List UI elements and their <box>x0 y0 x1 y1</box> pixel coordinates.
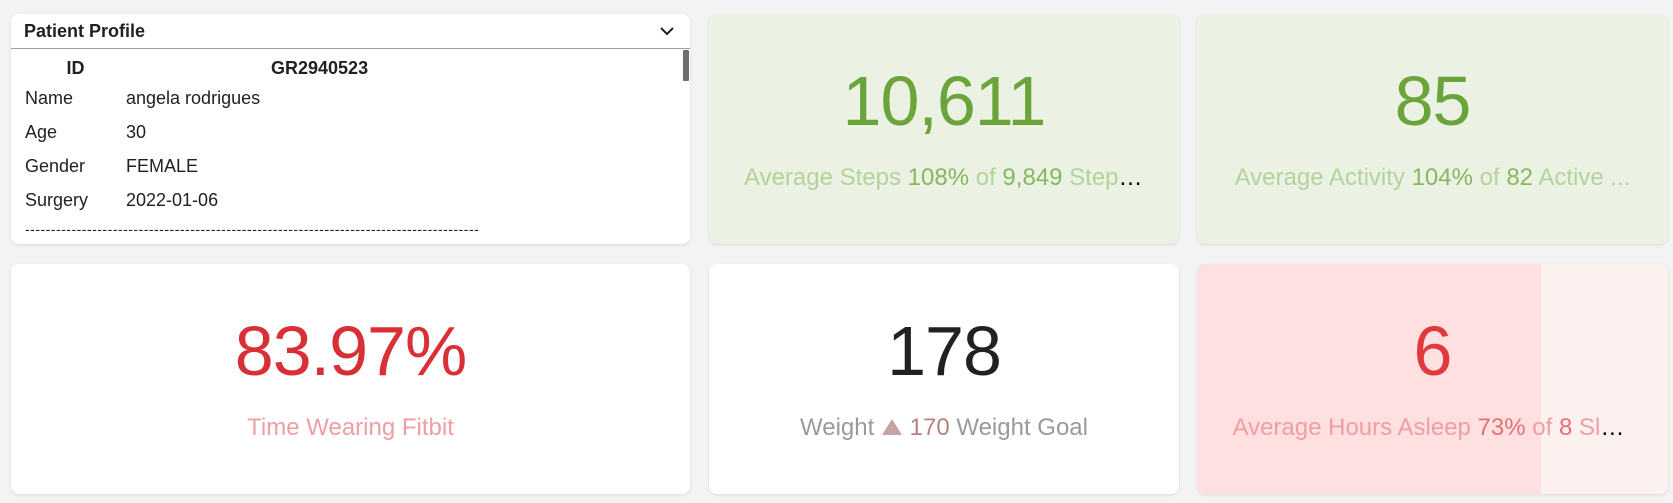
fitbit-value: 83.97% <box>234 312 467 390</box>
patient-profile-header[interactable]: Patient Profile <box>11 14 690 49</box>
chevron-down-icon[interactable] <box>656 20 678 42</box>
sleep-label: Average Hours Asleep <box>1232 414 1471 441</box>
steps-pct: 108% <box>907 164 970 191</box>
row-value: 30 <box>126 121 147 142</box>
table-header-row: ID GR2940523 <box>25 55 369 81</box>
patient-profile-title: Patient Profile <box>24 20 146 41</box>
sleep-caption: Average Hours Asleep 73% of 8 Sle... <box>1223 414 1643 442</box>
patient-profile-table: ID GR2940523 Name angela rodrigues Age 3… <box>25 55 368 217</box>
header-id-value: GR2940523 <box>271 57 369 78</box>
average-steps-card: 10,611 Average Steps 108% of 9,849 Steps… <box>709 14 1179 244</box>
sleep-of: of <box>1532 414 1553 441</box>
table-row: Name angela rodrigues <box>25 81 368 115</box>
row-key: Gender <box>25 155 86 176</box>
weight-caption: Weight 170 Weight Goal <box>790 414 1098 442</box>
table-row: Age 30 <box>25 115 368 149</box>
weight-label: Weight <box>800 414 875 441</box>
patient-profile-body[interactable]: ID GR2940523 Name angela rodrigues Age 3… <box>11 49 690 243</box>
activity-target-label: Active ... <box>1538 164 1631 191</box>
sleep-pct: 73% <box>1477 414 1526 441</box>
row-key: Age <box>25 121 58 142</box>
patient-profile-card: Patient Profile ID GR2940523 Name angela… <box>11 14 690 244</box>
header-id-label: ID <box>66 57 85 78</box>
steps-label: Average Steps <box>744 164 901 191</box>
triangle-up-icon <box>881 414 910 441</box>
steps-caption: Average Steps 108% of 9,849 Steps ... <box>734 164 1154 192</box>
weight-card: 178 Weight 170 Weight Goal <box>709 264 1179 494</box>
sleep-target-label: Sle... <box>1578 414 1634 441</box>
dashed-divider: ----------------------------------------… <box>25 221 480 237</box>
fitbit-label: Time Wearing Fitbit <box>247 414 454 441</box>
sleep-value: 6 <box>1413 312 1453 390</box>
average-hours-asleep-card: 6 Average Hours Asleep 73% of 8 Sle... <box>1197 264 1668 494</box>
activity-caption: Average Activity 104% of 82 Active ... <box>1225 164 1641 192</box>
row-value: FEMALE <box>126 155 199 176</box>
steps-value: 10,611 <box>842 62 1047 140</box>
weight-goal-label: Weight Goal <box>956 414 1088 441</box>
row-value: 2022-01-06 <box>126 189 219 210</box>
activity-of: of <box>1479 164 1500 191</box>
table-row: Gender FEMALE <box>25 149 368 183</box>
table-row: Surgery 2022-01-06 <box>25 183 368 217</box>
activity-target: 82 <box>1506 164 1534 191</box>
weight-goal-value: 170 <box>909 414 950 441</box>
average-activity-card: 85 Average Activity 104% of 82 Active ..… <box>1197 14 1668 244</box>
row-key: Name <box>25 87 74 108</box>
activity-value: 85 <box>1394 62 1472 140</box>
steps-of: of <box>975 164 996 191</box>
activity-label: Average Activity <box>1234 164 1405 191</box>
row-value: angela rodrigues <box>126 87 261 108</box>
weight-value: 178 <box>887 312 1002 390</box>
time-wearing-fitbit-card: 83.97% Time Wearing Fitbit <box>11 264 690 494</box>
row-key: Surgery <box>25 189 89 210</box>
scrollbar-thumb[interactable] <box>683 50 689 81</box>
activity-pct: 104% <box>1411 164 1473 191</box>
steps-target: 9,849 <box>1002 164 1063 191</box>
steps-target-label: Steps ... <box>1069 164 1154 191</box>
sleep-target: 8 <box>1558 414 1573 441</box>
